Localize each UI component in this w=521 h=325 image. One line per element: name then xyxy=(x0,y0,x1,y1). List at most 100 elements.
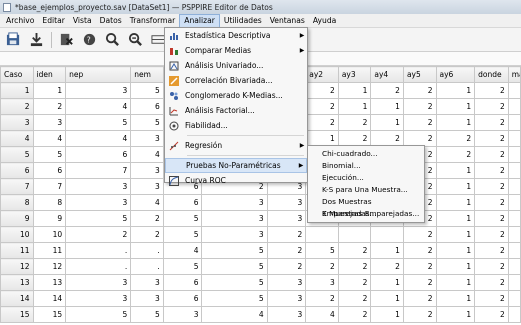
row-header[interactable]: 8 xyxy=(0,194,34,211)
row-header[interactable]: 5 xyxy=(0,146,34,163)
table-cell[interactable]: 2 xyxy=(266,242,307,259)
table-cell[interactable]: 1 xyxy=(370,306,404,323)
save-icon[interactable] xyxy=(27,31,45,49)
table-cell[interactable]: 5 xyxy=(162,226,203,243)
submenu-item-chi-cuadrado[interactable]: Chi-cuadrado... xyxy=(308,148,424,160)
open-icon[interactable] xyxy=(4,31,22,49)
menu-vista[interactable]: Vista xyxy=(69,14,96,28)
table-cell[interactable]: 2 xyxy=(474,226,509,243)
table-cell[interactable]: . xyxy=(130,258,164,275)
table-cell[interactable] xyxy=(370,226,404,243)
table-cell[interactable] xyxy=(507,306,521,323)
table-cell[interactable]: 1 xyxy=(435,114,476,131)
table-cell[interactable]: 6 xyxy=(162,194,203,211)
table-cell[interactable]: 7 xyxy=(32,178,67,195)
menu-item-conglomerado-k-medias[interactable]: Conglomerado K-Medias... xyxy=(165,88,307,103)
table-cell[interactable]: 2 xyxy=(370,258,404,275)
row-header[interactable]: 14 xyxy=(0,290,34,307)
table-cell[interactable] xyxy=(507,98,521,115)
table-cell[interactable]: 2 xyxy=(266,226,307,243)
table-cell[interactable]: 5 xyxy=(201,290,268,307)
row-header[interactable]: 11 xyxy=(0,242,34,259)
menu-editar[interactable]: Editar xyxy=(38,14,68,28)
table-cell[interactable] xyxy=(507,162,521,179)
table-cell[interactable]: 2 xyxy=(337,290,372,307)
row-header[interactable]: 15 xyxy=(0,306,34,323)
table-cell[interactable]: 4 xyxy=(305,306,339,323)
table-cell[interactable]: 3 xyxy=(305,274,339,291)
menu-item-analisis-factorial[interactable]: Análisis Factorial... xyxy=(165,103,307,118)
table-cell[interactable]: 1 xyxy=(370,98,404,115)
table-cell[interactable]: 2 xyxy=(305,258,339,275)
table-cell[interactable]: 3 xyxy=(130,130,164,147)
table-cell[interactable]: 1 xyxy=(435,258,476,275)
table-cell[interactable]: 2 xyxy=(402,98,437,115)
column-header[interactable]: ma xyxy=(507,66,521,83)
menu-item-analisis-univariado[interactable]: Análisis Univariado... xyxy=(165,58,307,73)
submenu-item-k-muestras[interactable]: K Muestras Emparejadas... xyxy=(308,208,424,220)
table-cell[interactable]: 3 xyxy=(130,274,164,291)
table-cell[interactable]: 3 xyxy=(65,290,132,307)
table-cell[interactable]: 4 xyxy=(32,130,67,147)
row-header[interactable]: 1 xyxy=(0,82,34,99)
table-cell[interactable]: 1 xyxy=(435,290,476,307)
table-cell[interactable]: 2 xyxy=(402,290,437,307)
table-cell[interactable]: 2 xyxy=(402,258,437,275)
table-cell[interactable] xyxy=(507,258,521,275)
table-cell[interactable]: 3 xyxy=(162,306,203,323)
table-cell[interactable]: 1 xyxy=(435,82,476,99)
column-header[interactable]: iden xyxy=(32,66,67,83)
column-header[interactable]: ay6 xyxy=(435,66,476,83)
row-header[interactable]: 2 xyxy=(0,98,34,115)
table-cell[interactable]: 1 xyxy=(435,178,476,195)
table-cell[interactable]: 2 xyxy=(130,210,164,227)
table-cell[interactable]: 2 xyxy=(402,274,437,291)
table-cell[interactable]: 3 xyxy=(65,194,132,211)
row-header[interactable]: 6 xyxy=(0,162,34,179)
table-cell[interactable] xyxy=(507,194,521,211)
table-cell[interactable] xyxy=(507,274,521,291)
table-cell[interactable]: 5 xyxy=(32,146,67,163)
table-cell[interactable]: 2 xyxy=(266,258,307,275)
table-cell[interactable]: 5 xyxy=(65,114,132,131)
table-cell[interactable]: 13 xyxy=(32,274,67,291)
table-cell[interactable]: 2 xyxy=(337,242,372,259)
zoom-icon[interactable] xyxy=(126,31,144,49)
table-cell[interactable]: 1 xyxy=(370,274,404,291)
table-cell[interactable]: 5 xyxy=(130,114,164,131)
table-cell[interactable]: 2 xyxy=(402,82,437,99)
table-cell[interactable]: 3 xyxy=(130,178,164,195)
table-cell[interactable]: 2 xyxy=(474,130,509,147)
table-cell[interactable] xyxy=(507,226,521,243)
table-cell[interactable]: 5 xyxy=(162,258,203,275)
table-cell[interactable]: 3 xyxy=(130,162,164,179)
table-cell[interactable]: 5 xyxy=(305,242,339,259)
row-header[interactable]: 7 xyxy=(0,178,34,195)
table-cell[interactable]: 2 xyxy=(305,114,339,131)
menu-item-pruebas-no-parametricas[interactable]: Pruebas No-Paramétricas ▶ xyxy=(165,158,307,173)
table-cell[interactable] xyxy=(337,226,372,243)
table-cell[interactable]: 2 xyxy=(474,290,509,307)
table-cell[interactable]: 3 xyxy=(201,194,268,211)
table-cell[interactable] xyxy=(507,290,521,307)
menu-ayuda[interactable]: Ayuda xyxy=(309,14,340,28)
table-cell[interactable]: 7 xyxy=(65,162,132,179)
table-cell[interactable]: 5 xyxy=(65,210,132,227)
menu-datos[interactable]: Datos xyxy=(96,14,126,28)
table-cell[interactable]: 1 xyxy=(435,162,476,179)
table-cell[interactable]: 2 xyxy=(402,242,437,259)
table-cell[interactable]: 2 xyxy=(474,146,509,163)
table-cell[interactable]: 2 xyxy=(337,258,372,275)
table-cell[interactable]: 11 xyxy=(32,242,67,259)
table-cell[interactable]: 9 xyxy=(32,210,67,227)
table-cell[interactable]: 1 xyxy=(435,274,476,291)
table-cell[interactable]: 3 xyxy=(266,306,307,323)
table-cell[interactable]: 2 xyxy=(130,226,164,243)
table-cell[interactable]: 1 xyxy=(435,98,476,115)
variables-icon[interactable] xyxy=(57,31,75,49)
table-cell[interactable] xyxy=(507,82,521,99)
table-cell[interactable]: 2 xyxy=(435,146,476,163)
menu-item-estadistica-descriptiva[interactable]: Estadística Descriptiva ▶ xyxy=(165,28,307,43)
table-cell[interactable]: 1 xyxy=(435,306,476,323)
table-cell[interactable]: 5 xyxy=(201,242,268,259)
